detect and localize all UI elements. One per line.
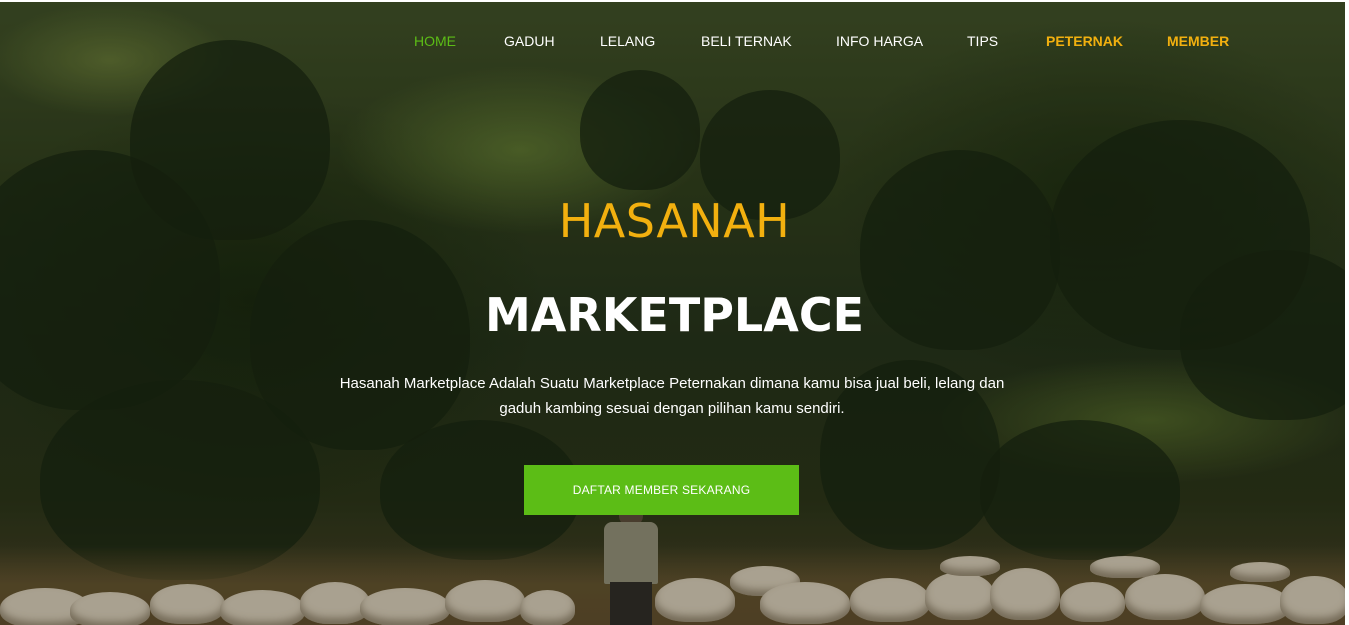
nav-item-lelang[interactable]: LELANG: [600, 32, 655, 50]
page-top-edge: [0, 0, 1349, 2]
nav-item-beli-ternak[interactable]: BELI TERNAK: [701, 32, 792, 50]
page-edge: [1345, 0, 1349, 625]
nav-item-peternak[interactable]: PETERNAK: [1046, 32, 1123, 50]
nav-item-tips[interactable]: TIPS: [967, 32, 998, 50]
main-nav: HOME GADUH LELANG BELI TERNAK INFO HARGA…: [0, 32, 1349, 52]
hero-description: Hasanah Marketplace Adalah Suatu Marketp…: [339, 375, 1005, 417]
hero-section: HOME GADUH LELANG BELI TERNAK INFO HARGA…: [0, 0, 1349, 625]
hero-subtitle: MARKETPLACE: [484, 288, 865, 342]
nav-item-member[interactable]: MEMBER: [1167, 32, 1229, 50]
nav-item-home[interactable]: HOME: [414, 32, 456, 50]
register-member-button[interactable]: DAFTAR MEMBER SEKARANG: [524, 465, 799, 515]
nav-item-gaduh[interactable]: GADUH: [504, 32, 555, 50]
hero-title: HASANAH: [558, 194, 791, 248]
nav-item-info-harga[interactable]: INFO HARGA: [836, 32, 923, 50]
